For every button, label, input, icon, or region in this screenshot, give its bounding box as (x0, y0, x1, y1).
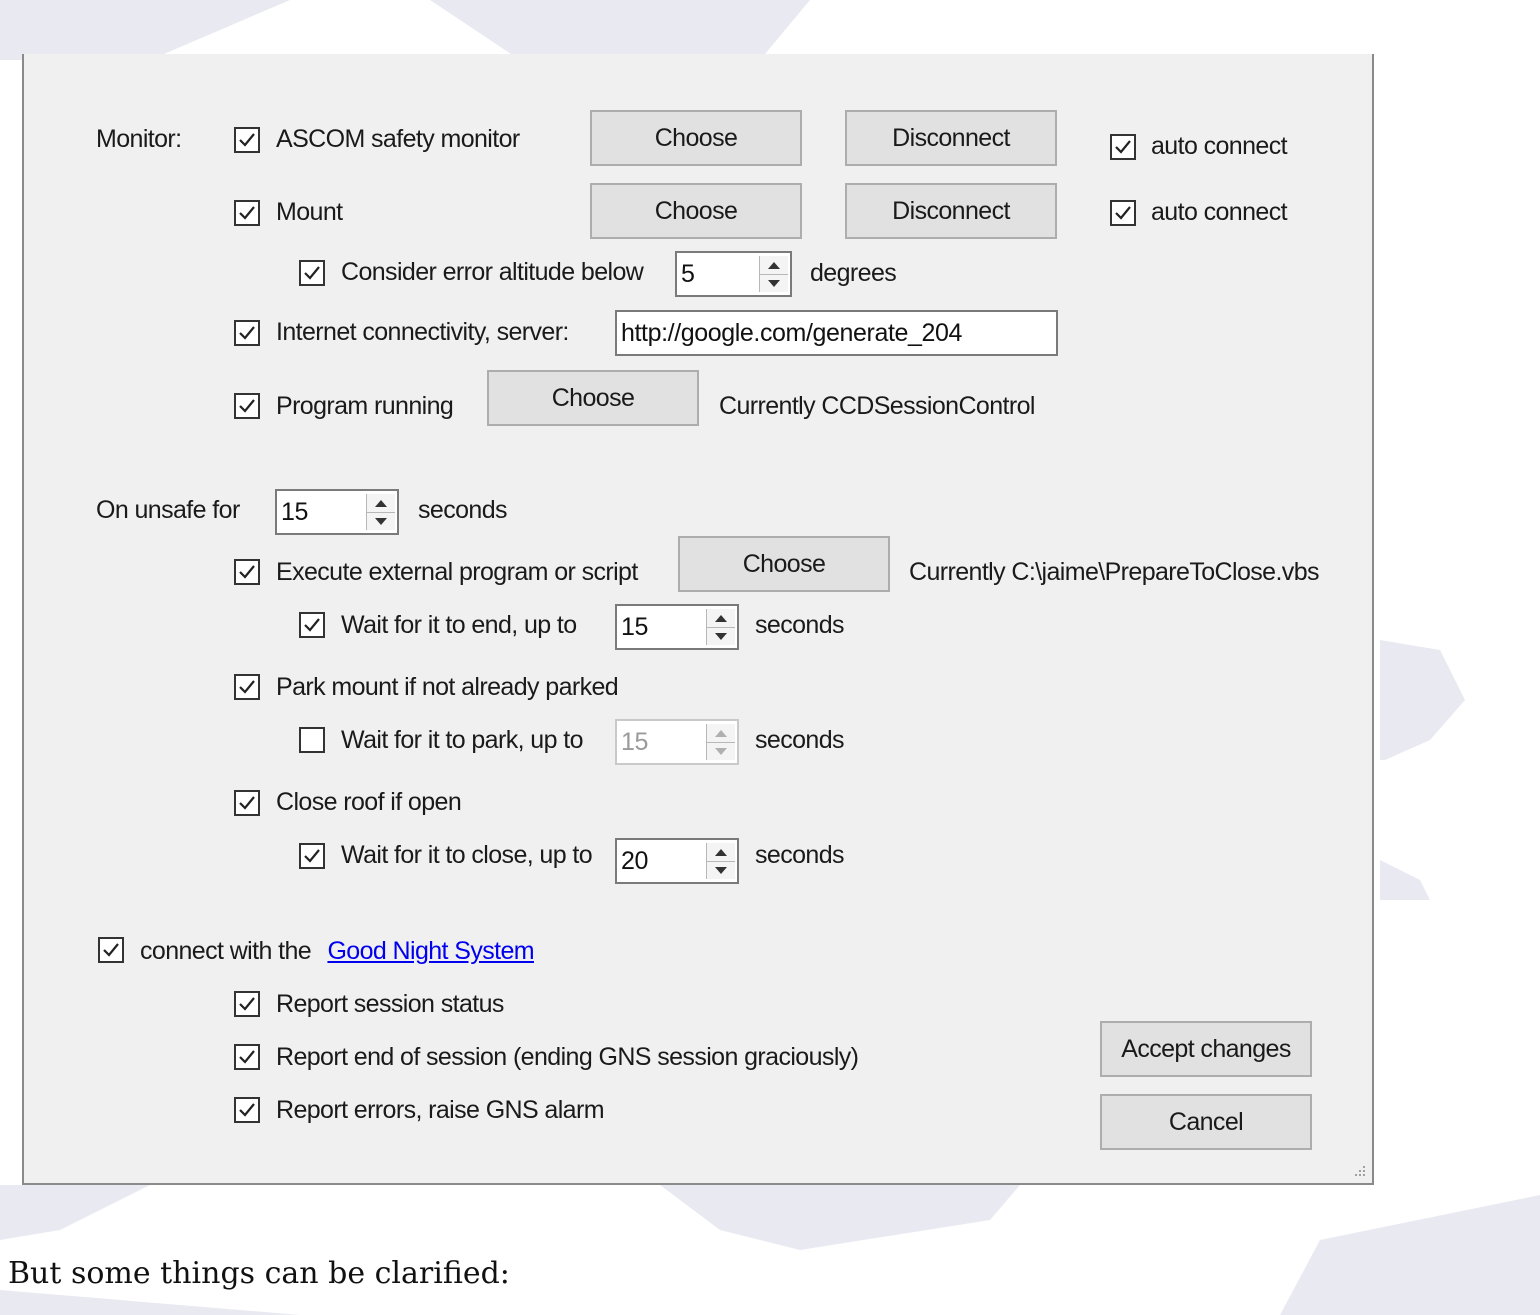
report-end-checkbox[interactable] (234, 1044, 260, 1070)
wait-close-unit: seconds (755, 841, 845, 869)
gns-label: connect with the Good Night System (140, 936, 535, 966)
caption-text: But some things can be clarified: (8, 1256, 510, 1291)
check-icon (1115, 140, 1131, 154)
check-icon (239, 399, 255, 413)
check-icon (239, 1050, 255, 1064)
spin-down-icon[interactable] (707, 742, 735, 760)
wait-park-spinner[interactable] (615, 719, 739, 765)
unsafe-seconds-spinner[interactable] (275, 489, 399, 535)
roof-checkbox[interactable] (234, 790, 260, 816)
resize-grip-icon[interactable] (1352, 1163, 1366, 1177)
report-status-checkbox[interactable] (234, 991, 260, 1017)
report-end-label: Report end of session (ending GNS sessio… (276, 1043, 859, 1071)
wait-end-spinner-arrows[interactable] (706, 609, 735, 645)
wait-close-label: Wait for it to close, up to (341, 841, 593, 869)
mount-checkbox[interactable] (234, 200, 260, 226)
safety-settings-dialog: Monitor: ASCOM safety monitor Choose Dis… (22, 54, 1374, 1185)
spin-down-icon[interactable] (707, 627, 735, 645)
report-errors-label: Report errors, raise GNS alarm (276, 1096, 605, 1124)
altitude-unit: degrees (810, 259, 897, 287)
gns-prefix: connect with the (140, 937, 312, 965)
spin-down-icon[interactable] (760, 274, 788, 292)
wait-end-input[interactable] (617, 606, 703, 648)
execute-checkbox[interactable] (234, 559, 260, 585)
mount-choose-button[interactable]: Choose (590, 183, 802, 239)
internet-checkbox[interactable] (234, 320, 260, 346)
check-icon (103, 943, 119, 957)
ascom-choose-button[interactable]: Choose (590, 110, 802, 166)
mount-auto-connect-checkbox[interactable] (1110, 200, 1136, 226)
cancel-button[interactable]: Cancel (1100, 1094, 1312, 1150)
check-icon (239, 565, 255, 579)
check-icon (239, 680, 255, 694)
accept-changes-button[interactable]: Accept changes (1100, 1021, 1312, 1077)
altitude-spinner-arrows[interactable] (759, 256, 788, 292)
wait-close-input[interactable] (617, 840, 703, 882)
wait-park-checkbox[interactable] (299, 727, 325, 753)
check-icon (239, 133, 255, 147)
mount-auto-connect-label: auto connect (1151, 198, 1288, 226)
unsafe-seconds-input[interactable] (277, 491, 363, 533)
mount-disconnect-button[interactable]: Disconnect (845, 183, 1057, 239)
wait-park-spinner-arrows[interactable] (706, 724, 735, 760)
wait-close-spinner[interactable] (615, 838, 739, 884)
execute-label: Execute external program or script (276, 558, 638, 586)
ascom-checkbox[interactable] (234, 127, 260, 153)
check-icon (239, 206, 255, 220)
spin-up-icon[interactable] (760, 256, 788, 275)
unsafe-unit: seconds (418, 496, 508, 524)
ascom-auto-connect-checkbox[interactable] (1110, 134, 1136, 160)
spin-down-icon[interactable] (707, 861, 735, 879)
gns-checkbox[interactable] (98, 937, 124, 963)
program-choose-button[interactable]: Choose (487, 370, 699, 426)
check-icon (304, 618, 320, 632)
wait-end-spinner[interactable] (615, 604, 739, 650)
ascom-disconnect-button[interactable]: Disconnect (845, 110, 1057, 166)
on-unsafe-label: On unsafe for (96, 496, 240, 524)
altitude-checkbox[interactable] (299, 260, 325, 286)
ascom-auto-connect-label: auto connect (1151, 132, 1288, 160)
check-icon (239, 997, 255, 1011)
report-errors-checkbox[interactable] (234, 1097, 260, 1123)
mount-label: Mount (276, 198, 343, 226)
wait-park-unit: seconds (755, 726, 845, 754)
program-running-checkbox[interactable] (234, 393, 260, 419)
check-icon (239, 796, 255, 810)
roof-label: Close roof if open (276, 788, 462, 816)
spin-up-icon[interactable] (707, 724, 735, 743)
spin-up-icon[interactable] (367, 494, 395, 513)
wait-end-checkbox[interactable] (299, 612, 325, 638)
altitude-spinner[interactable] (675, 251, 792, 297)
wait-close-checkbox[interactable] (299, 843, 325, 869)
program-running-label: Program running (276, 392, 454, 420)
wait-park-input[interactable] (617, 721, 703, 763)
park-checkbox[interactable] (234, 674, 260, 700)
check-icon (239, 1103, 255, 1117)
wait-close-spinner-arrows[interactable] (706, 843, 735, 879)
altitude-label: Consider error altitude below (341, 258, 644, 286)
program-current-text: Currently CCDSessionControl (719, 392, 1035, 420)
check-icon (1115, 206, 1131, 220)
check-icon (239, 326, 255, 340)
park-label: Park mount if not already parked (276, 673, 619, 701)
gns-link[interactable]: Good Night System (327, 937, 534, 965)
spin-up-icon[interactable] (707, 609, 735, 628)
wait-park-label: Wait for it to park, up to (341, 726, 584, 754)
wait-end-unit: seconds (755, 611, 845, 639)
internet-label: Internet connectivity, server: (276, 318, 569, 346)
monitor-label: Monitor: (96, 125, 182, 153)
spin-down-icon[interactable] (367, 512, 395, 530)
spin-up-icon[interactable] (707, 843, 735, 862)
unsafe-spinner-arrows[interactable] (366, 494, 395, 530)
check-icon (304, 849, 320, 863)
internet-server-input[interactable] (615, 310, 1058, 356)
ascom-label: ASCOM safety monitor (276, 125, 520, 153)
wait-end-label: Wait for it to end, up to (341, 611, 577, 639)
altitude-input[interactable] (677, 253, 756, 295)
check-icon (304, 266, 320, 280)
report-status-label: Report session status (276, 990, 504, 1018)
execute-choose-button[interactable]: Choose (678, 536, 890, 592)
execute-current-text: Currently C:\jaime\PrepareToClose.vbs (909, 558, 1320, 586)
